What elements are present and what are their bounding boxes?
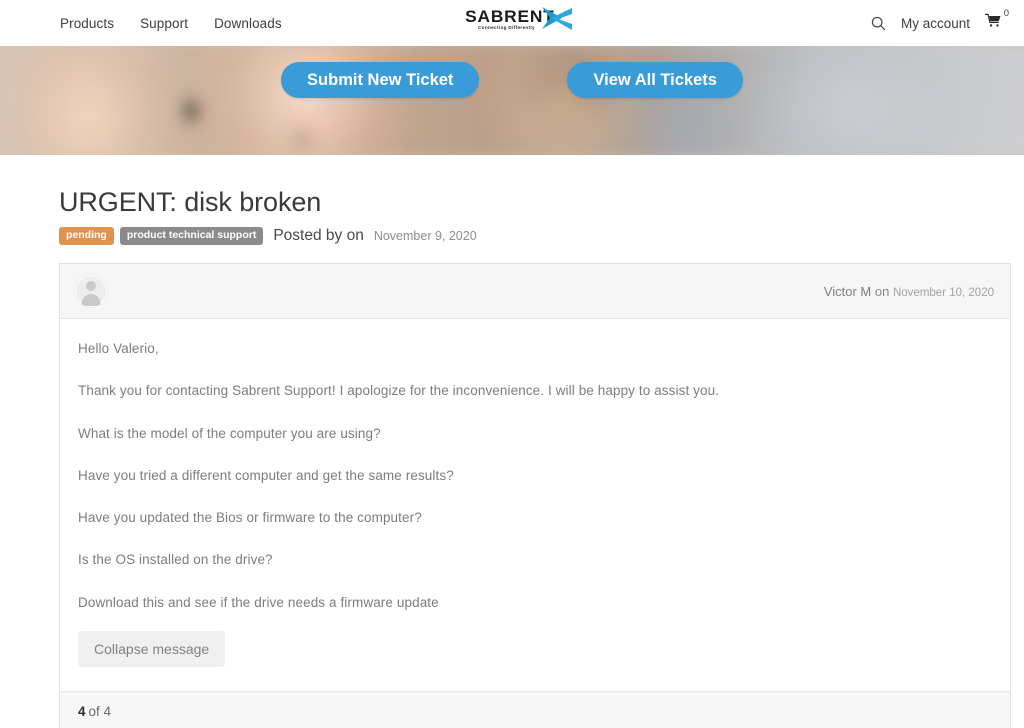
page-content: URGENT: disk broken pending product tech… [0,187,1024,728]
message-line: Download this and see if the drive needs… [78,594,439,610]
message-line: Thank you for contacting Sabrent Support… [78,383,720,399]
logo-arrow-icon [538,5,574,38]
message-panel: Victor M on November 10, 2020 Hello Vale… [59,263,1011,728]
message-body: Hello Valerio, Thank you for contacting … [60,319,1010,691]
primary-nav: Products Support Downloads [60,16,282,31]
message-line: Hello Valerio, [78,341,159,356]
message-author-name: Victor M [823,283,872,299]
collapse-message-button[interactable]: Collapse message [78,630,226,667]
message-header: Victor M on November 10, 2020 [60,264,1010,319]
logo-tagline: Connecting Differently [478,25,535,30]
nav-item-products[interactable]: Products [60,16,114,31]
cart-icon [984,13,1002,33]
message-line: Is the OS installed on the drive? [78,552,273,568]
message-pagination: 4 of 4 [60,690,1010,728]
posted-date: November 9, 2020 [373,229,477,243]
submit-new-ticket-button[interactable]: Submit New Ticket [281,62,480,98]
user-avatar-icon [74,274,108,308]
status-badge: pending [59,227,114,245]
message-line: Have you tried a different computer and … [78,467,454,483]
message-date: November 10, 2020 [892,286,994,299]
view-all-tickets-button[interactable]: View All Tickets [567,62,743,98]
search-icon[interactable] [871,16,886,31]
my-account-link[interactable]: My account [901,16,970,31]
hero-banner: Submit New Ticket View All Tickets [0,46,1024,155]
message-author-line: Victor M on November 10, 2020 [824,284,994,299]
category-badge: product technical support [119,227,264,245]
message-line: Have you updated the Bios or firmware to… [78,510,422,525]
pagination-current: 4 [78,703,86,719]
hero-actions: Submit New Ticket View All Tickets [0,62,1024,98]
cart-count-badge: 0 [1003,8,1009,19]
message-author-separator: on [874,283,890,299]
message-line: What is the model of the computer you ar… [78,425,381,441]
avatar-body [81,294,101,306]
avatar-head [86,281,96,291]
sabrent-logo[interactable]: SABRENT Connecting Differently [452,6,572,40]
pagination-total: of 4 [88,703,112,719]
page-title: URGENT: disk broken [59,187,322,217]
ticket-meta: pending product technical support Posted… [59,227,1024,245]
cart-button[interactable]: 0 [984,8,1009,33]
site-header: Products Support Downloads SABRENT Conne… [0,0,1024,46]
avatar-inner [76,276,106,306]
posted-by-label: Posted by on [273,227,364,244]
logo-graphic: SABRENT Connecting Differently [452,6,572,32]
header-utilities: My account 0 [871,0,1009,46]
nav-item-support[interactable]: Support [140,16,188,31]
nav-item-downloads[interactable]: Downloads [214,16,282,31]
